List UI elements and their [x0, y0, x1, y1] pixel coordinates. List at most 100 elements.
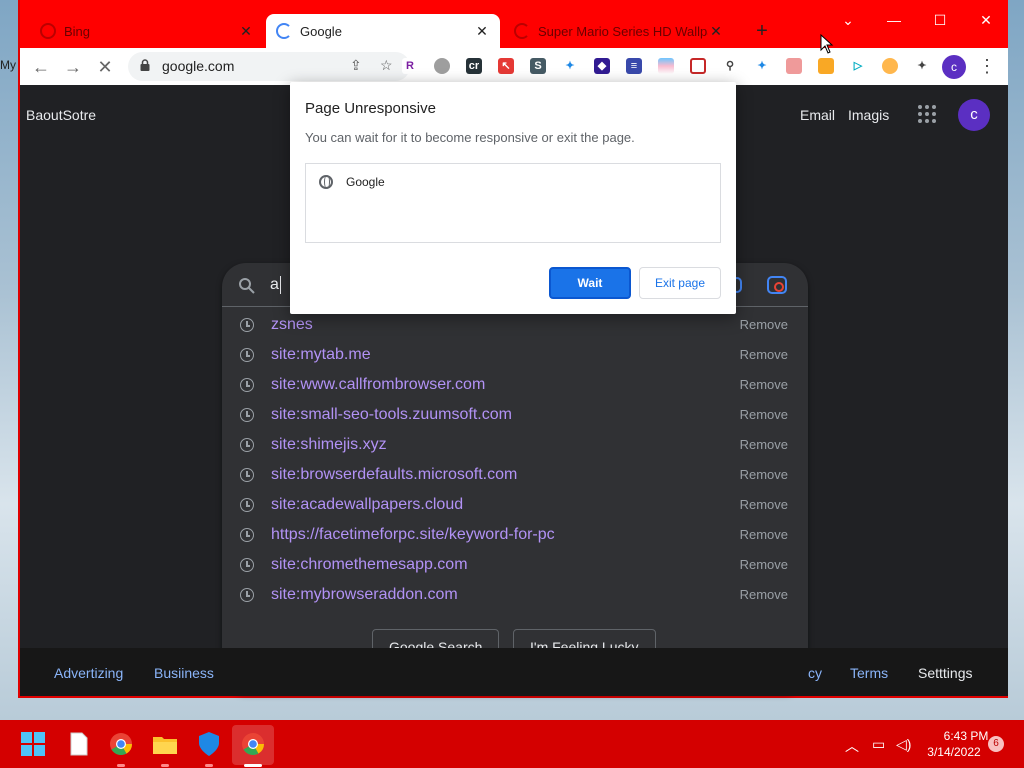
- suggestion-item[interactable]: site:acadewallpapers.cloud Remove: [222, 490, 808, 520]
- suggestion-text[interactable]: site:mybrowseraddon.com: [271, 586, 458, 604]
- maximize-button[interactable]: ☐: [925, 8, 955, 32]
- file-explorer-icon[interactable]: [152, 731, 178, 757]
- close-window-button[interactable]: ✕: [971, 8, 1001, 32]
- close-tab-icon[interactable]: ✕: [474, 23, 490, 40]
- suggestion-item[interactable]: site:mybrowseraddon.com Remove: [222, 580, 808, 610]
- apps-grid-icon[interactable]: [918, 105, 936, 123]
- extension-doge-icon[interactable]: [818, 58, 834, 74]
- clock-time[interactable]: 6:43 PM: [938, 729, 994, 743]
- suggestion-text[interactable]: https://facetimeforpc.site/keyword-for-p…: [271, 526, 555, 544]
- extension-monkey-icon[interactable]: [882, 58, 898, 74]
- clock-date[interactable]: 3/14/2022: [926, 745, 982, 759]
- remove-suggestion-button[interactable]: Remove: [740, 377, 788, 392]
- share-icon[interactable]: ⇪: [350, 57, 362, 74]
- close-tab-icon[interactable]: ✕: [708, 23, 724, 40]
- history-clock-icon: [240, 378, 254, 392]
- chrome-icon[interactable]: [108, 731, 134, 757]
- new-tab-button[interactable]: +: [752, 20, 772, 43]
- remove-suggestion-button[interactable]: Remove: [740, 587, 788, 602]
- suggestion-text[interactable]: site:browserdefaults.microsoft.com: [271, 466, 517, 484]
- extension-r-icon[interactable]: R: [402, 58, 418, 74]
- extension-flag-icon[interactable]: [658, 58, 674, 74]
- remove-suggestion-button[interactable]: Remove: [740, 467, 788, 482]
- suggestion-item[interactable]: site:shimejis.xyz Remove: [222, 430, 808, 460]
- remove-suggestion-button[interactable]: Remove: [740, 347, 788, 362]
- tab-google[interactable]: Google ✕: [266, 14, 500, 48]
- tab-mario-wallpaper[interactable]: Super Mario Series HD Wallpa ✕: [504, 14, 734, 48]
- suggestion-text[interactable]: zsnes: [271, 316, 313, 334]
- running-indicator: [161, 764, 169, 767]
- extensions-puzzle-icon[interactable]: ✦: [914, 58, 930, 74]
- extension-cursor-icon[interactable]: ↖: [498, 58, 514, 74]
- desktop-icon-label[interactable]: My: [0, 58, 16, 72]
- suggestion-item[interactable]: site:mytab.me Remove: [222, 340, 808, 370]
- extension-play-icon[interactable]: ▷: [850, 58, 866, 74]
- account-avatar[interactable]: c: [958, 99, 990, 131]
- remove-suggestion-button[interactable]: Remove: [740, 527, 788, 542]
- tab-search-chevron-icon[interactable]: ⌄: [833, 8, 863, 32]
- extension-puzzle-blue-icon[interactable]: ✦: [754, 58, 770, 74]
- profile-avatar[interactable]: c: [942, 55, 966, 79]
- more-menu-icon[interactable]: ⋮: [978, 56, 996, 77]
- stop-loading-icon[interactable]: ✕: [94, 56, 116, 78]
- unresponsive-page-list: Google: [305, 163, 721, 243]
- display-icon[interactable]: ▭: [872, 736, 885, 753]
- settings-link[interactable]: Setttings: [918, 665, 972, 681]
- search-input[interactable]: a: [270, 276, 281, 294]
- file-icon[interactable]: [66, 731, 92, 757]
- address-bar[interactable]: google.com ⇪ ☆: [128, 52, 410, 81]
- extension-window-icon[interactable]: [786, 58, 802, 74]
- suggestion-text[interactable]: site:mytab.me: [271, 346, 371, 364]
- security-shield-icon[interactable]: [196, 731, 222, 757]
- camera-lens-icon[interactable]: [767, 276, 787, 294]
- extension-elephant-icon[interactable]: [434, 58, 450, 74]
- extension-puzzle-icon[interactable]: ✦: [562, 58, 578, 74]
- suggestion-item[interactable]: site:browserdefaults.microsoft.com Remov…: [222, 460, 808, 490]
- close-tab-icon[interactable]: ✕: [238, 23, 254, 40]
- extension-image-icon[interactable]: [690, 58, 706, 74]
- suggestion-text[interactable]: site:chromethemesapp.com: [271, 556, 468, 574]
- extension-list-icon[interactable]: ≡: [626, 58, 642, 74]
- remove-suggestion-button[interactable]: Remove: [740, 557, 788, 572]
- suggestion-item[interactable]: site:chromethemesapp.com Remove: [222, 550, 808, 580]
- taskbar: [0, 720, 1024, 768]
- volume-icon[interactable]: ◁): [896, 736, 911, 753]
- extension-s-icon[interactable]: S: [530, 58, 546, 74]
- images-link[interactable]: Imagis: [848, 107, 889, 123]
- extension-game-icon[interactable]: ◆: [594, 58, 610, 74]
- suggestion-text[interactable]: site:small-seo-tools.zuumsoft.com: [271, 406, 512, 424]
- chrome-active-icon[interactable]: [240, 731, 266, 757]
- suggestion-item[interactable]: site:small-seo-tools.zuumsoft.com Remove: [222, 400, 808, 430]
- suggestion-text[interactable]: site:shimejis.xyz: [271, 436, 387, 454]
- minimize-button[interactable]: —: [879, 8, 909, 32]
- search-box: a zsnes Remove site:mytab.me Remove site…: [222, 263, 808, 693]
- terms-link[interactable]: Terms: [850, 665, 888, 681]
- active-indicator: [244, 764, 262, 767]
- remove-suggestion-button[interactable]: Remove: [740, 497, 788, 512]
- privacy-link[interactable]: cy: [808, 665, 822, 681]
- advertising-link[interactable]: Advertizing: [54, 665, 123, 681]
- suggestion-item[interactable]: https://facetimeforpc.site/keyword-for-p…: [222, 520, 808, 550]
- exit-page-button[interactable]: Exit page: [639, 267, 721, 299]
- business-link[interactable]: Busiiness: [154, 665, 214, 681]
- windows-start-icon[interactable]: [20, 731, 46, 757]
- chevron-up-icon[interactable]: ︿: [845, 736, 859, 756]
- search-icon: [239, 278, 255, 294]
- remove-suggestion-button[interactable]: Remove: [740, 407, 788, 422]
- bookmark-star-icon[interactable]: ☆: [380, 57, 393, 74]
- back-arrow-icon[interactable]: ←: [30, 56, 52, 78]
- extension-cr-icon[interactable]: cr: [466, 58, 482, 74]
- email-link[interactable]: Email: [800, 107, 835, 123]
- suggestion-text[interactable]: site:www.callfrombrowser.com: [271, 376, 485, 394]
- remove-suggestion-button[interactable]: Remove: [740, 317, 788, 332]
- suggestion-item[interactable]: zsnes Remove: [222, 310, 808, 340]
- suggestion-item[interactable]: site:www.callfrombrowser.com Remove: [222, 370, 808, 400]
- wait-button[interactable]: Wait: [549, 267, 631, 299]
- about-store-link[interactable]: BaoutSotre: [26, 107, 96, 123]
- notification-badge[interactable]: 6: [988, 736, 1004, 752]
- remove-suggestion-button[interactable]: Remove: [740, 437, 788, 452]
- suggestion-text[interactable]: site:acadewallpapers.cloud: [271, 496, 463, 514]
- extension-link-icon[interactable]: ⚲: [722, 58, 738, 74]
- tab-bing[interactable]: Bing ✕: [30, 14, 264, 48]
- forward-arrow-icon[interactable]: →: [62, 56, 84, 78]
